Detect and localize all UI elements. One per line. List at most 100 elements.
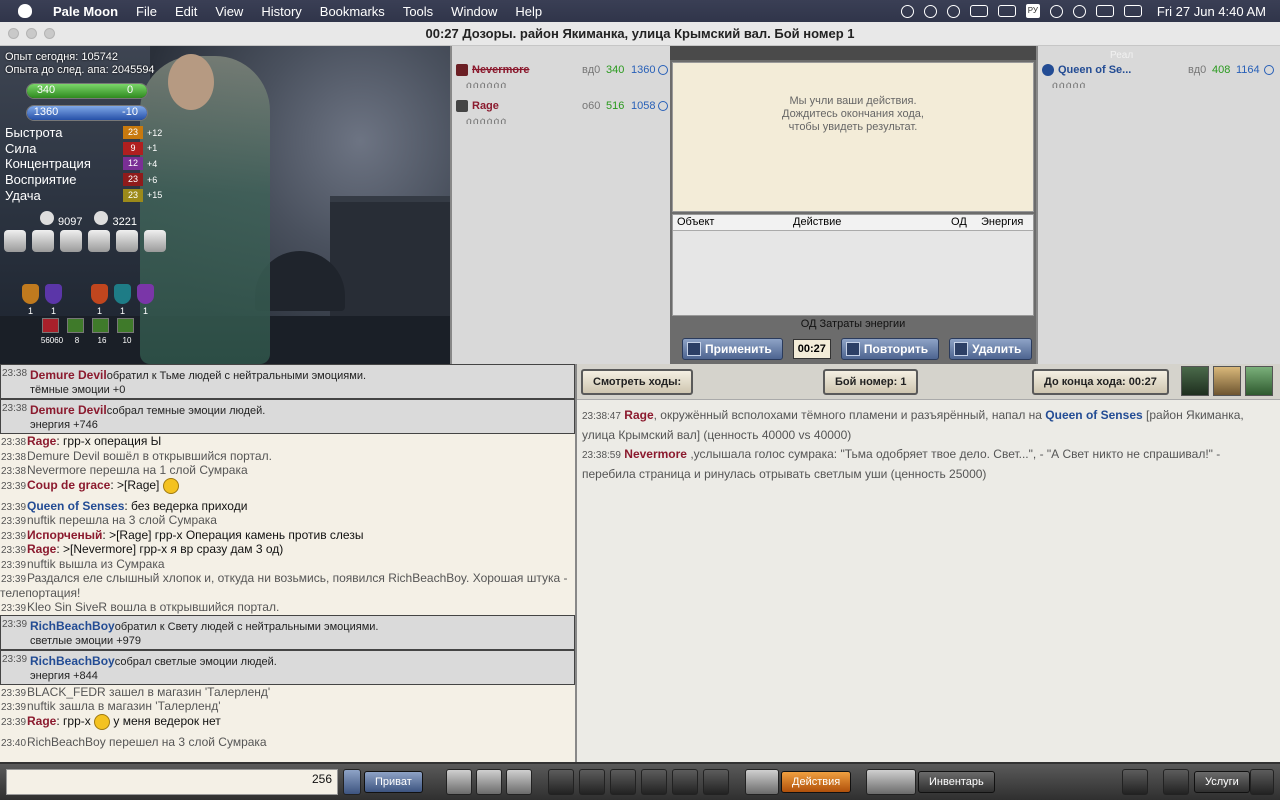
chat-time: 23:40: [1, 737, 27, 749]
fighter-row[interactable]: Rage о60 516 1058 ሰሰሰሰሰሰ: [456, 100, 668, 134]
info-tool-icon[interactable]: [4, 230, 26, 252]
chat-input[interactable]: [6, 769, 338, 795]
trophy-tool-icon[interactable]: [144, 230, 166, 252]
map-icon[interactable]: [1245, 366, 1273, 396]
mail-tool-icon[interactable]: [32, 230, 54, 252]
fighter-name[interactable]: Rage: [472, 100, 499, 112]
scroll-tool-icon[interactable]: [88, 230, 110, 252]
log-target[interactable]: Queen of Senses: [1045, 408, 1142, 422]
focus-icon[interactable]: [923, 4, 937, 18]
chat-author[interactable]: Coup de grace: [27, 478, 110, 492]
menu-tools[interactable]: Tools: [394, 4, 442, 19]
log-actor[interactable]: Rage: [624, 408, 653, 422]
smiley-icon[interactable]: [446, 769, 472, 795]
edit-icon[interactable]: [506, 769, 532, 795]
apply-button[interactable]: Применить: [682, 338, 783, 360]
character-head: [168, 54, 214, 110]
repeat-button[interactable]: Повторить: [840, 338, 940, 360]
chat-line: 23:39 Kleo Sin SiveR вошла в открывшийся …: [0, 600, 575, 615]
badge-shield-icon[interactable]: 1: [114, 284, 131, 316]
fighter-row[interactable]: Queen of Se... вд0 408 1164 ሰሰሰሰሰ: [1042, 64, 1276, 98]
chat-author[interactable]: Rage: [27, 714, 56, 728]
costs-energy: Затраты энергии: [819, 318, 906, 330]
fighter-row[interactable]: Nevermore вд0 340 1360 ሰሰሰሰሰሰ: [456, 64, 668, 98]
minimize-window-button[interactable]: [26, 28, 37, 39]
info-icon[interactable]: [1264, 65, 1274, 75]
menu-clock[interactable]: Fri 27 Jun 4:40 AM: [1157, 4, 1266, 19]
portrait-icon[interactable]: [1181, 366, 1209, 396]
hourglass-tool-icon[interactable]: [60, 230, 82, 252]
badge-shield-icon[interactable]: 1: [137, 284, 154, 316]
control-center-icon[interactable]: [1123, 5, 1142, 17]
menu-edit[interactable]: Edit: [166, 4, 206, 19]
send-arrow-icon[interactable]: [343, 769, 361, 795]
team-label: Реал: [1110, 50, 1134, 61]
chat-author[interactable]: Rage: [27, 434, 56, 448]
bluetooth-icon[interactable]: [1049, 4, 1063, 18]
keyboard-layout-icon[interactable]: РУ: [1025, 4, 1040, 18]
potion-item-icon[interactable]: 8: [67, 318, 84, 345]
zoom-window-button[interactable]: [44, 28, 55, 39]
chat-author[interactable]: Rage: [27, 542, 56, 556]
delete-button[interactable]: Удалить: [949, 338, 1033, 360]
scroll-icon[interactable]: [1213, 366, 1241, 396]
arrow-item-icon[interactable]: 16: [92, 318, 109, 345]
private-button[interactable]: Приват: [364, 771, 423, 793]
money-item-icon[interactable]: 56060: [41, 318, 63, 345]
inventory-button[interactable]: Инвентарь: [918, 771, 995, 793]
info-icon[interactable]: [658, 65, 668, 75]
scroll-item-icon[interactable]: 10: [117, 318, 134, 345]
magic-icon[interactable]: [579, 769, 605, 795]
team-icon[interactable]: [641, 769, 667, 795]
play-icon[interactable]: [946, 4, 960, 18]
menu-history[interactable]: History: [252, 4, 310, 19]
actions-button[interactable]: Действия: [781, 771, 852, 793]
badge-shield-icon[interactable]: 1: [91, 284, 108, 316]
volume-icon[interactable]: [969, 5, 988, 17]
notification-icon[interactable]: [1095, 5, 1114, 17]
battle-log-entries: 23:38:47 Rage, окружённый всполохами тём…: [582, 406, 1277, 484]
info-icon[interactable]: [658, 101, 668, 111]
dagger-icon[interactable]: [1122, 769, 1148, 795]
chat-author[interactable]: Demure Devil: [30, 403, 107, 417]
badge-shield-icon[interactable]: 1: [22, 284, 39, 316]
group-icon[interactable]: [672, 769, 698, 795]
chat-time: 23:39: [2, 653, 28, 665]
inventory-tool-icon[interactable]: [866, 769, 916, 795]
clock-icon[interactable]: [476, 769, 502, 795]
tools-icon[interactable]: [1163, 769, 1189, 795]
menu-file[interactable]: File: [127, 4, 166, 19]
exit-icon[interactable]: [1250, 769, 1274, 795]
view-moves-button[interactable]: Смотреть ходы:: [581, 369, 694, 395]
combat-icon[interactable]: [610, 769, 636, 795]
badge-shield-icon[interactable]: 1: [45, 284, 62, 316]
wifi-icon[interactable]: [1072, 4, 1086, 18]
chat-author[interactable]: RichBeachBoy: [30, 654, 115, 668]
menu-window[interactable]: Window: [442, 4, 506, 19]
menu-bookmarks[interactable]: Bookmarks: [311, 4, 394, 19]
apple-icon[interactable]: [18, 4, 32, 18]
chat-author[interactable]: Queen of Senses: [27, 499, 124, 513]
chat-text: nuftik зашла в магазин 'Талерленд': [27, 699, 221, 713]
log-actor[interactable]: Nevermore: [624, 447, 687, 461]
app-menu[interactable]: Pale Moon: [44, 4, 127, 19]
status-tray: РУ Fri 27 Jun 4:40 AM: [896, 0, 1280, 22]
close-window-button[interactable]: [8, 28, 19, 39]
menu-view[interactable]: View: [206, 4, 252, 19]
menu-help[interactable]: Help: [506, 4, 551, 19]
fighter-name[interactable]: Queen of Se...: [1058, 64, 1131, 76]
actions-table: Объект Действие ОД Энергия: [672, 214, 1034, 316]
battery-icon[interactable]: [997, 5, 1016, 17]
runner-icon[interactable]: [548, 769, 574, 795]
chat-author[interactable]: Demure Devil: [30, 368, 107, 382]
stack-icon[interactable]: [703, 769, 729, 795]
fighter-name[interactable]: Nevermore: [472, 64, 529, 76]
actions-tool-icon[interactable]: [745, 769, 779, 795]
chat-text: nuftik перешла на 3 слой Сумрака: [27, 513, 217, 527]
services-button[interactable]: Услуги: [1194, 771, 1250, 793]
creative-cloud-icon[interactable]: [900, 4, 914, 18]
chat-author[interactable]: Испорченый: [27, 528, 102, 542]
wrench-tool-icon[interactable]: [116, 230, 138, 252]
fighter-slots: ሰሰሰሰሰ: [1052, 80, 1087, 91]
chat-author[interactable]: RichBeachBoy: [30, 619, 115, 633]
